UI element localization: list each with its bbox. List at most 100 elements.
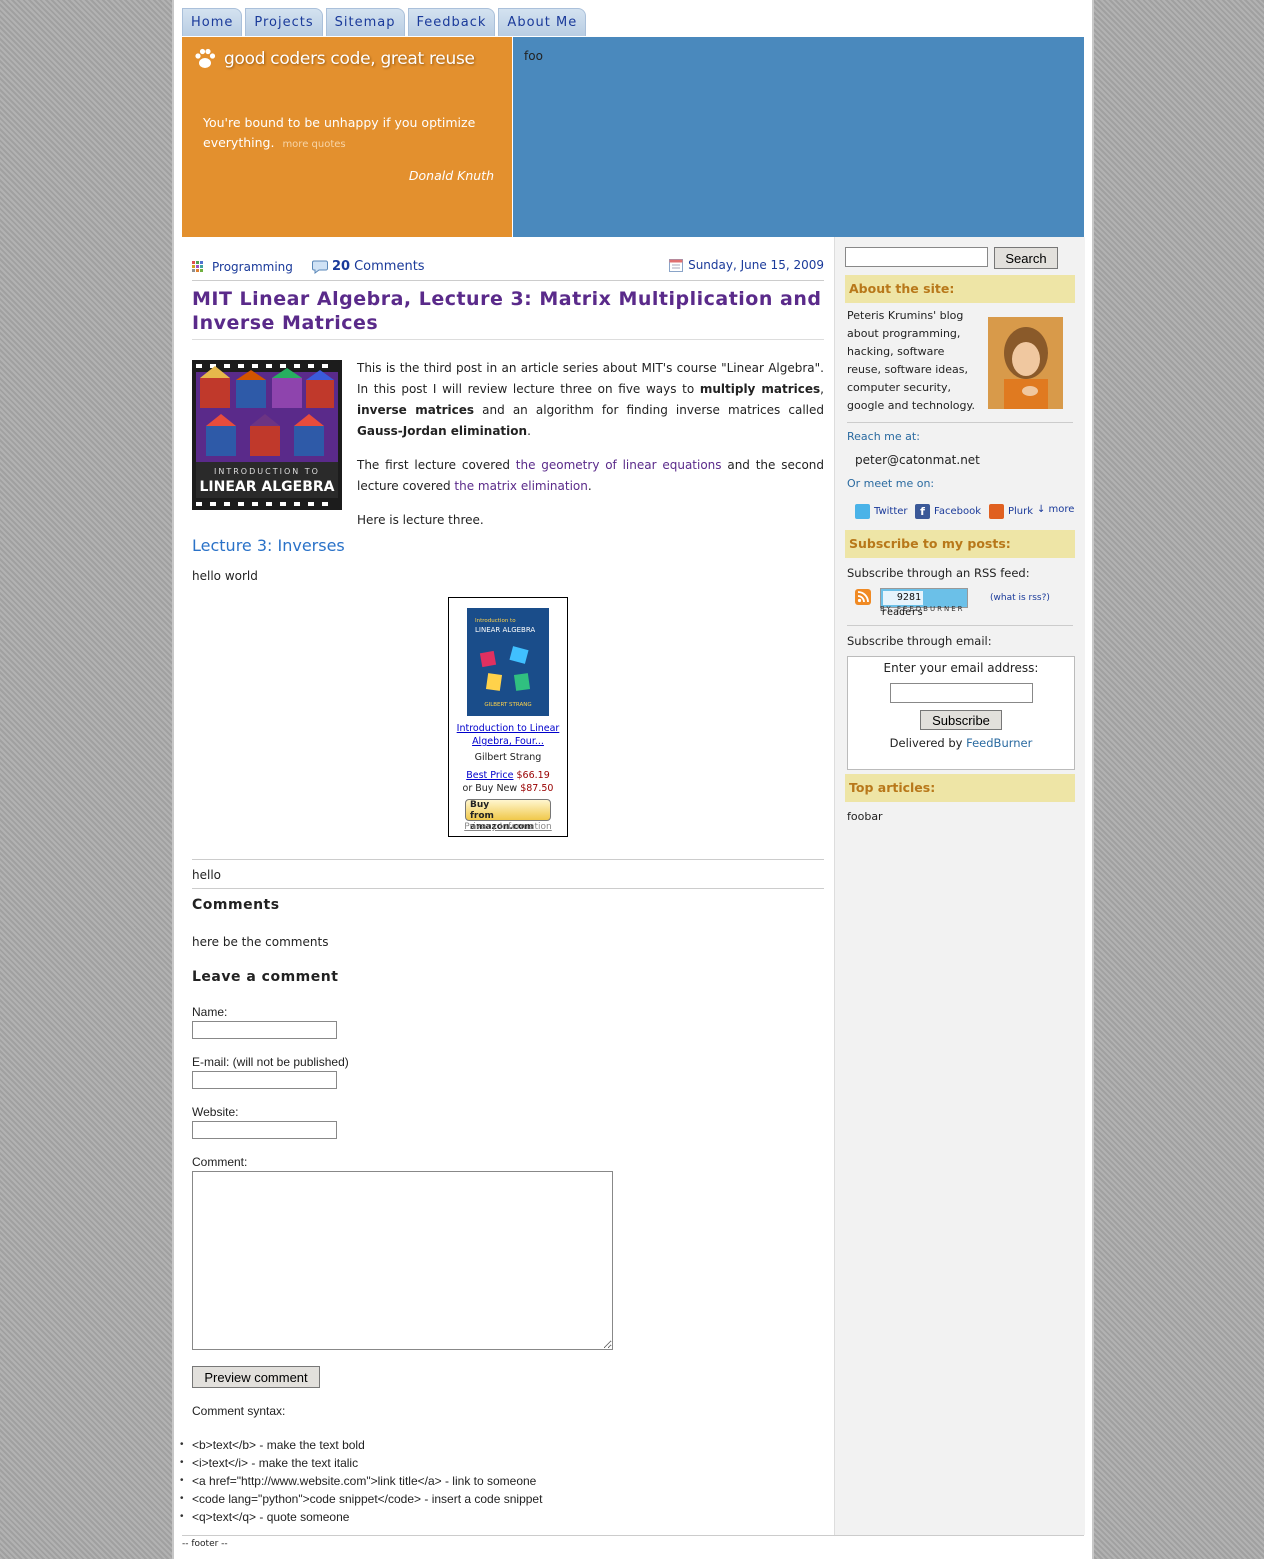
- intro-paragraph-2: The first lecture covered the geometry o…: [357, 458, 825, 493]
- more-social-link[interactable]: ↓ more: [1037, 504, 1074, 515]
- search-input[interactable]: [845, 247, 988, 267]
- privacy-information-link[interactable]: Privacy Information: [464, 822, 552, 832]
- by-feedburner-text: BY FEEDBURNER: [880, 605, 965, 613]
- post-category-link[interactable]: Programming: [192, 260, 293, 274]
- syntax-item: <a href="http://www.website.com">link ti…: [180, 1472, 824, 1490]
- main-content: Programming 20 Comments Sunday, June 15,…: [180, 254, 824, 1526]
- best-price-value: $66.19: [516, 770, 550, 781]
- readers-count: 9281: [883, 591, 923, 605]
- search-button[interactable]: Search: [994, 247, 1058, 269]
- what-is-rss-link[interactable]: (what is rss?): [990, 593, 1050, 603]
- post-intro: INTRODUCTION TO LINEAR ALGEBRA This is t…: [192, 358, 824, 528]
- delivered-by-text: Delivered by FeedBurner: [889, 736, 1033, 750]
- comment-bubble-icon: [312, 260, 328, 274]
- paw-icon: [195, 48, 216, 68]
- amazon-widget: Introduction to LINEAR ALGEBRA GILBERT S…: [448, 597, 568, 837]
- category-icon: [192, 261, 203, 272]
- post-comments-link[interactable]: 20 Comments: [312, 259, 425, 274]
- header-quote-panel: good coders code, great reuse You're bou…: [182, 37, 512, 237]
- quilt-houses-icon: INTRODUCTION TO LINEAR ALGEBRA: [192, 360, 342, 510]
- syntax-item: <code lang="python">code snippet</code> …: [180, 1490, 824, 1508]
- post-footer-text: hello: [192, 859, 824, 889]
- comment-count: 20: [332, 259, 351, 274]
- header-banner: foo: [513, 37, 1084, 237]
- name-label: Name:: [192, 1005, 228, 1019]
- enter-email-label: Enter your email address:: [883, 661, 1039, 675]
- best-price-link[interactable]: Best Price: [466, 770, 513, 781]
- buy-new-label: or Buy New: [462, 783, 518, 794]
- email-subscribe-label: Subscribe through email:: [847, 634, 992, 648]
- geometry-link[interactable]: the geometry of linear equations: [516, 458, 722, 472]
- facebook-icon: f: [915, 504, 930, 519]
- amazon-book-cover[interactable]: Introduction to LINEAR ALGEBRA GILBERT S…: [467, 608, 549, 716]
- avatar-portrait-icon: [988, 317, 1063, 409]
- amazon-book-title-link[interactable]: Introduction to Linear Algebra, Four...: [449, 722, 567, 748]
- header-quote: You're bound to be unhappy if you optimi…: [203, 113, 483, 155]
- svg-text:GILBERT STRANG: GILBERT STRANG: [484, 702, 531, 708]
- svg-text:LINEAR ALGEBRA: LINEAR ALGEBRA: [475, 626, 535, 634]
- website-label: Website:: [192, 1105, 239, 1119]
- tab-projects[interactable]: Projects: [245, 8, 323, 36]
- subscribe-email-input[interactable]: [889, 683, 1033, 703]
- divider: [847, 422, 1073, 423]
- tab-about-me[interactable]: About Me: [498, 8, 587, 36]
- syntax-item: <b>text</b> - make the text bold: [180, 1436, 824, 1454]
- website-input[interactable]: [192, 1121, 337, 1139]
- site-logo[interactable]: good coders code, great reuse: [192, 45, 475, 73]
- sidebar: Search About the site: Peteris Krumins' …: [834, 237, 1085, 1535]
- comment-label: Comment:: [192, 1155, 248, 1169]
- quote-author: Donald Knuth: [408, 168, 494, 183]
- post-date: Sunday, June 15, 2009: [669, 258, 824, 272]
- page: Home Projects Sitemap Feedback About Me …: [172, 0, 1094, 1559]
- feedburner-link[interactable]: FeedBurner: [966, 736, 1032, 750]
- calendar-icon: [669, 259, 684, 272]
- plurk-icon: [989, 504, 1004, 519]
- post-date-text: Sunday, June 15, 2009: [688, 258, 824, 272]
- comment-syntax-label: Comment syntax:: [192, 1404, 286, 1418]
- buy-from-amazon-button[interactable]: Buy from amazon.com: [465, 799, 551, 832]
- buy-new-price: $87.50: [520, 783, 554, 794]
- email-subscribe-box: Enter your email address: Subscribe Deli…: [847, 656, 1075, 770]
- nav-tabs: Home Projects Sitemap Feedback About Me: [182, 8, 589, 36]
- comments-label: Comments: [354, 259, 425, 274]
- reach-me-label: Reach me at:: [847, 430, 920, 443]
- hello-world-text: hello world: [192, 569, 258, 583]
- amazon-prices: Best Price $66.19 or Buy New $87.50: [449, 769, 567, 795]
- name-input[interactable]: [192, 1021, 337, 1039]
- meet-me-label: Or meet me on:: [847, 477, 935, 490]
- matrix-elimination-link[interactable]: the matrix elimination: [454, 479, 587, 493]
- more-quotes-link[interactable]: more quotes: [282, 139, 345, 150]
- about-heading: About the site:: [845, 275, 1075, 303]
- top-articles-heading: Top articles:: [845, 774, 1075, 802]
- linear-algebra-book-image: INTRODUCTION TO LINEAR ALGEBRA: [192, 360, 342, 510]
- header-banner-text: foo: [524, 49, 543, 63]
- twitter-icon: [855, 504, 870, 519]
- preview-comment-button[interactable]: Preview comment: [192, 1366, 320, 1388]
- intro-text: This is the third post in an article ser…: [357, 358, 824, 544]
- about-text: Peteris Krumins' blog about programming,…: [847, 309, 975, 412]
- syntax-item: <i>text</i> - make the text italic: [180, 1454, 824, 1472]
- subscribe-heading: Subscribe to my posts:: [845, 530, 1075, 558]
- rss-icon[interactable]: [855, 589, 871, 605]
- amazon-book-author: Gilbert Strang: [474, 752, 542, 763]
- intro-paragraph-1: This is the third post in an article ser…: [357, 361, 824, 438]
- comment-textarea[interactable]: [192, 1171, 613, 1350]
- twitter-link[interactable]: Twitter: [855, 504, 908, 519]
- email-input[interactable]: [192, 1071, 337, 1089]
- syntax-item: <q>text</q> - quote someone: [180, 1508, 824, 1526]
- author-avatar: [988, 317, 1063, 409]
- tab-feedback[interactable]: Feedback: [407, 8, 496, 36]
- plurk-link[interactable]: Plurk: [989, 504, 1033, 519]
- book-cover-line2: LINEAR ALGEBRA: [200, 479, 335, 495]
- tab-sitemap[interactable]: Sitemap: [325, 8, 405, 36]
- email-address-link[interactable]: peter@catonmat.net: [855, 451, 980, 469]
- subscribe-button[interactable]: Subscribe: [920, 710, 1002, 730]
- intro-paragraph-3: Here is lecture three.: [357, 513, 484, 527]
- book-cover-line1: INTRODUCTION TO: [214, 467, 320, 476]
- comment-syntax-list: <b>text</b> - make the text bold <i>text…: [180, 1436, 824, 1526]
- comments-text: here be the comments: [192, 935, 329, 949]
- facebook-link[interactable]: f Facebook: [915, 504, 981, 519]
- tab-home[interactable]: Home: [182, 8, 243, 36]
- leave-comment-heading: Leave a comment: [192, 969, 339, 985]
- email-label: E-mail: (will not be published): [192, 1055, 349, 1069]
